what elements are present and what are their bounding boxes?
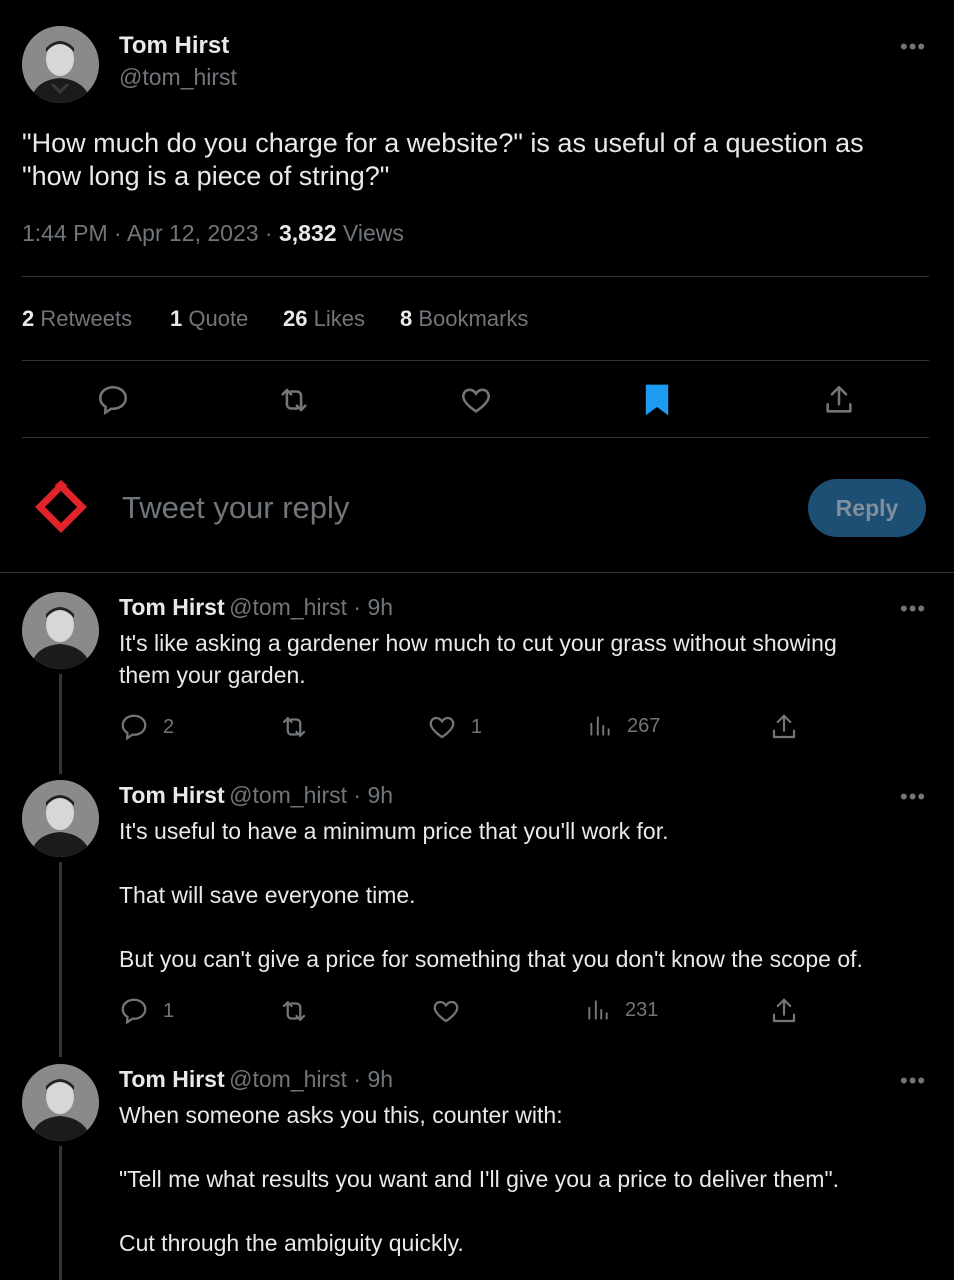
bookmarks-label: Bookmarks [412, 306, 529, 331]
author-avatar[interactable] [22, 26, 99, 103]
tweet-text-line: "How much do you charge for a website?" … [22, 128, 864, 158]
author-name[interactable]: Tom Hirst [119, 32, 229, 60]
retweet-icon [282, 1001, 306, 1021]
user-logo-icon[interactable] [34, 480, 88, 534]
reply-avatar[interactable] [22, 780, 99, 857]
share-action[interactable] [769, 996, 799, 1026]
share-icon [772, 714, 796, 739]
reply-text: When someone asks you this, counter with… [119, 1099, 839, 1259]
bookmarks-count: 8 [400, 306, 413, 331]
tweet-text-line: "how long is a piece of string?" [22, 161, 390, 191]
reply-author-name[interactable]: Tom Hirst [119, 594, 225, 620]
bookmark-icon[interactable] [643, 383, 671, 417]
thread-line [59, 862, 62, 1057]
more-icon[interactable]: ••• [900, 34, 926, 60]
reply-icon [121, 714, 147, 741]
analytics-icon [588, 1000, 608, 1020]
stat-likes[interactable]: 26 Likes [283, 306, 365, 332]
stat-retweets[interactable]: 2 Retweets [22, 306, 132, 332]
reply-author-name[interactable]: Tom Hirst [119, 1066, 225, 1092]
tweet-timestamp[interactable]: 1:44 PM · Apr 12, 2023 · [22, 220, 279, 246]
reply-text-line: them your garden. [119, 662, 306, 688]
reply-text-line: But you can't give a price for something… [119, 946, 863, 972]
like-icon [429, 716, 455, 739]
views-count: 3,832 [278, 220, 337, 246]
view-count: 267 [627, 714, 661, 737]
reply-text-line: It's useful to have a minimum price that… [119, 818, 669, 844]
stat-bookmarks[interactable]: 8 Bookmarks [400, 306, 528, 332]
reply-text: It's like asking a gardener how much to … [119, 627, 837, 691]
like-action[interactable] [431, 996, 461, 1026]
reply-text-line: That will save everyone time. [119, 882, 416, 908]
divider [22, 437, 929, 438]
more-icon[interactable]: ••• [900, 596, 926, 622]
reply-action[interactable]: 1 [119, 996, 174, 1026]
likes-count: 26 [283, 306, 308, 331]
divider [0, 572, 954, 573]
reply-icon [121, 998, 147, 1025]
more-icon[interactable]: ••• [900, 784, 926, 810]
like-icon[interactable] [459, 383, 493, 417]
like-action[interactable]: 1 [427, 712, 482, 742]
retweets-label: Retweets [34, 306, 133, 331]
reply-author-handle[interactable]: @tom_hirst · 9h [229, 594, 393, 620]
stat-quotes[interactable]: 1 Quote [170, 306, 248, 332]
views-label: Views [336, 220, 404, 246]
reply-button[interactable]: Reply [808, 479, 926, 537]
divider [22, 276, 929, 277]
retweet-action[interactable] [278, 996, 310, 1026]
thread-line [59, 674, 62, 774]
retweet-icon [282, 717, 306, 737]
reply-input[interactable]: Tweet your reply [122, 490, 349, 526]
view-count: 231 [625, 998, 659, 1021]
quotes-count: 1 [170, 306, 183, 331]
reply-text-line: "Tell me what results you want and I'll … [119, 1166, 839, 1192]
retweet-action[interactable] [278, 712, 310, 742]
views-action[interactable]: 231 [585, 996, 658, 1024]
reply-text: It's useful to have a minimum price that… [119, 815, 863, 975]
reply-action[interactable]: 2 [119, 712, 174, 742]
views-action[interactable]: 267 [587, 712, 660, 740]
reply-count: 2 [163, 715, 175, 738]
reply-header: Tom Hirst @tom_hirst · 9h [119, 1066, 393, 1093]
quotes-label: Quote [182, 306, 249, 331]
share-icon[interactable] [822, 383, 856, 417]
like-count: 1 [471, 715, 483, 738]
more-icon[interactable]: ••• [900, 1068, 926, 1094]
reply-count: 1 [163, 999, 175, 1022]
divider [22, 360, 929, 361]
tweet-text: "How much do you charge for a website?" … [22, 127, 864, 193]
share-action[interactable] [769, 712, 799, 742]
reply-author-handle[interactable]: @tom_hirst · 9h [229, 1066, 393, 1092]
author-handle[interactable]: @tom_hirst [119, 64, 237, 91]
reply-text-line: Cut through the ambiguity quickly. [119, 1230, 464, 1256]
reply-author-handle[interactable]: @tom_hirst · 9h [229, 782, 393, 808]
share-icon [772, 998, 796, 1023]
analytics-icon [590, 716, 610, 736]
reply-avatar[interactable] [22, 1064, 99, 1141]
retweets-count: 2 [22, 306, 35, 331]
reply-author-name[interactable]: Tom Hirst [119, 782, 225, 808]
like-icon [433, 1000, 459, 1023]
tweet-meta: 1:44 PM · Apr 12, 2023 · 3,832 Views [22, 220, 404, 247]
reply-header: Tom Hirst @tom_hirst · 9h [119, 594, 393, 621]
likes-label: Likes [307, 306, 365, 331]
thread-line [59, 1146, 62, 1280]
reply-avatar[interactable] [22, 592, 99, 669]
retweet-icon[interactable] [276, 383, 312, 417]
reply-text-line: When someone asks you this, counter with… [119, 1102, 563, 1128]
reply-icon[interactable] [96, 383, 130, 417]
reply-header: Tom Hirst @tom_hirst · 9h [119, 782, 393, 809]
reply-text-line: It's like asking a gardener how much to … [119, 630, 837, 656]
